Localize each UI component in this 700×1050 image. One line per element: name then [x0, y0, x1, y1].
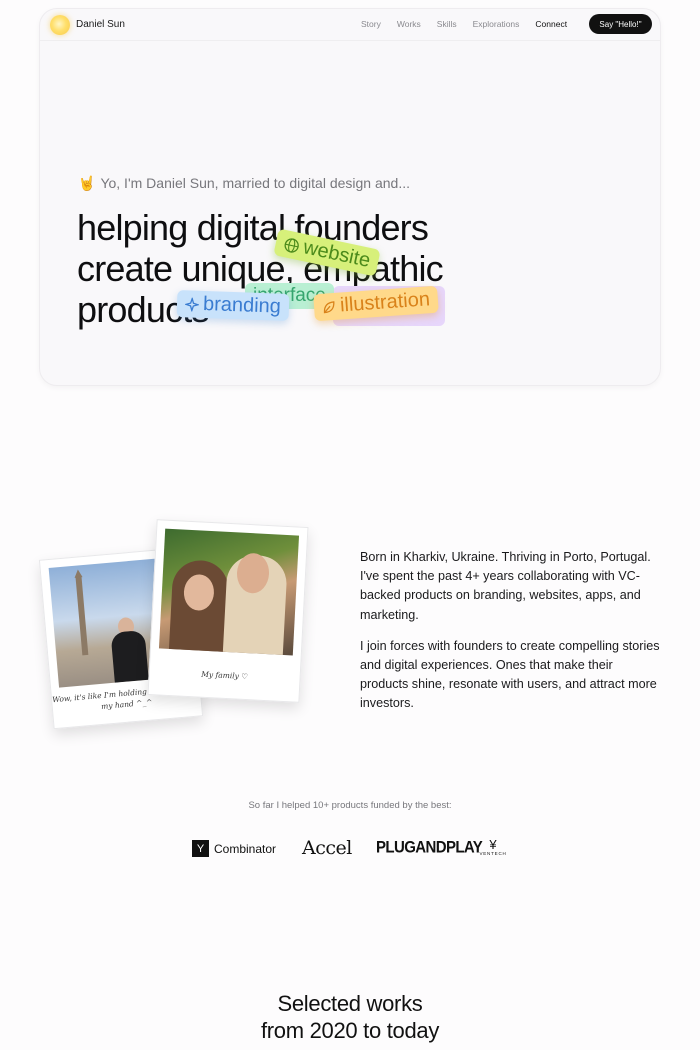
rock-hand-icon: 🤘 — [78, 175, 96, 191]
hero-card: Daniel Sun Story Works Skills Exploratio… — [39, 8, 661, 386]
brand-name[interactable]: Daniel Sun — [76, 19, 125, 30]
selected-works-title: Selected works from 2020 to today — [0, 990, 700, 1044]
bio-text: Born in Kharkiv, Ukraine. Thriving in Po… — [360, 548, 660, 726]
ventech-name: VENTECH — [479, 851, 507, 856]
nav-links: Story Works Skills Explorations Connect — [361, 19, 583, 29]
sun-logo-icon[interactable] — [50, 15, 70, 35]
nav-link-skills[interactable]: Skills — [437, 19, 457, 29]
ventech-logo: ¥ VENTECH — [477, 838, 509, 856]
ventech-mark-icon: ¥ — [489, 837, 497, 852]
family-photo — [158, 528, 300, 656]
sparkle-icon — [184, 296, 200, 312]
hero-intro-text: Yo, I'm Daniel Sun, married to digital d… — [100, 175, 410, 191]
bio-paragraph-1: Born in Kharkiv, Ukraine. Thriving in Po… — [360, 550, 651, 622]
hero-intro: 🤘 Yo, I'm Daniel Sun, married to digital … — [78, 175, 410, 192]
nav-link-works[interactable]: Works — [397, 19, 421, 29]
accel-logo: Accel — [302, 837, 352, 859]
branding-tag-label: branding — [202, 292, 282, 318]
top-nav: Daniel Sun Story Works Skills Exploratio… — [40, 9, 660, 41]
globe-icon — [284, 237, 299, 253]
leaf-icon — [323, 300, 335, 313]
investor-logos: Y Combinator Accel PLUGANDPLAY ¥ VENTECH — [192, 836, 522, 862]
nav-link-explorations[interactable]: Explorations — [473, 19, 520, 29]
branding-tag: branding — [176, 290, 290, 321]
say-hello-button[interactable]: Say "Hello!" — [589, 14, 652, 34]
polaroid-caption-2: My family ♡ — [201, 669, 249, 682]
ycombinator-logo: Y Combinator — [192, 840, 276, 857]
investors-heading: So far I helped 10+ products funded by t… — [248, 800, 452, 811]
bio-paragraph-2: I join forces with founders to create co… — [360, 638, 660, 711]
plugandplay-logo: PLUGANDPLAY — [376, 838, 483, 857]
yc-mark: Y — [192, 840, 209, 857]
nav-link-connect[interactable]: Connect — [535, 19, 567, 29]
nav-link-story[interactable]: Story — [361, 19, 381, 29]
polaroid-family: My family ♡ — [147, 519, 309, 703]
obelisk — [75, 575, 89, 656]
works-title-line-1: Selected works — [277, 991, 423, 1016]
yc-name: Combinator — [214, 841, 277, 856]
works-title-line-2: from 2020 to today — [260, 1018, 440, 1043]
person — [110, 629, 149, 683]
illustration-tag-label: illustration — [339, 288, 431, 317]
